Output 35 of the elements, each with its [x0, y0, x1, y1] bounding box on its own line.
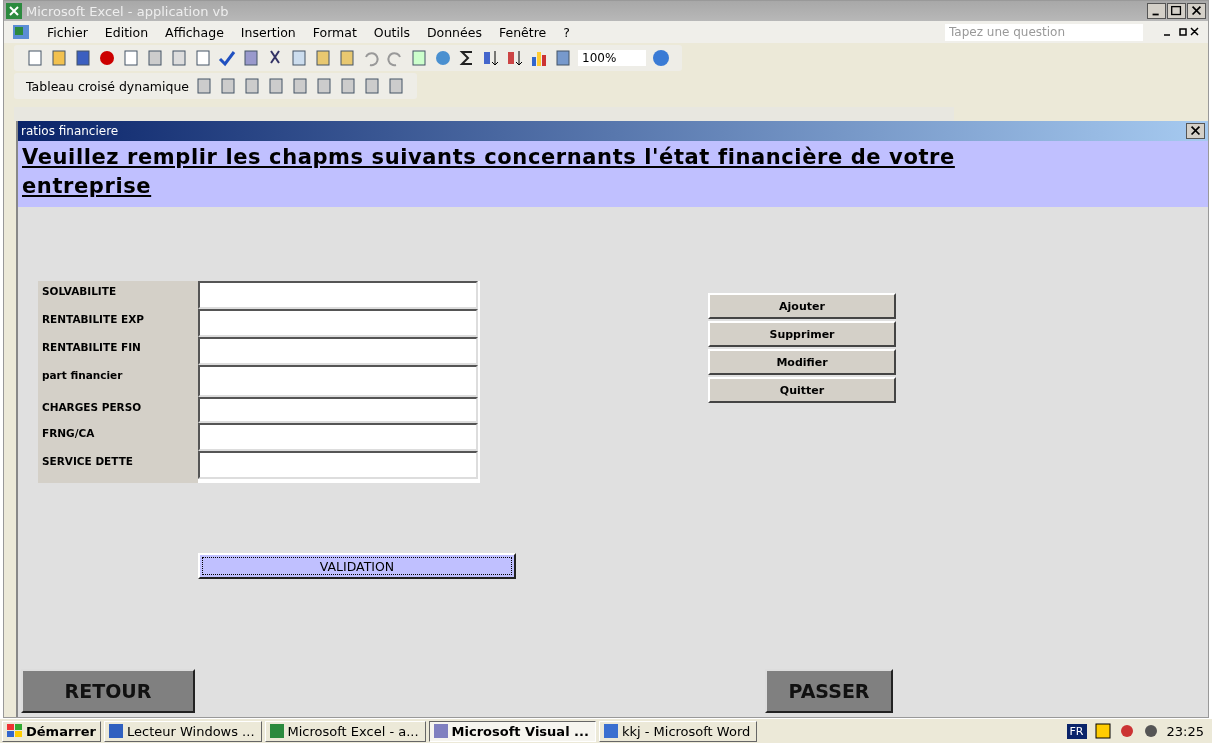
dialog-title: ratios financiere	[21, 124, 120, 138]
action-button[interactable]: Quitter	[708, 377, 896, 403]
language-indicator[interactable]: FR	[1066, 723, 1087, 739]
taskbar-button[interactable]: Microsoft Excel - a...	[264, 720, 426, 742]
field-label: RENTABILITE FIN	[42, 341, 141, 353]
menu-item[interactable]: ?	[563, 24, 570, 40]
window-title: Microsoft Excel - application vb	[26, 3, 229, 19]
field-label: SERVICE DETTE	[42, 455, 133, 467]
action-button[interactable]: Ajouter	[708, 293, 896, 319]
taskbar-button[interactable]: Microsoft Visual ...	[428, 720, 596, 742]
field-label: CHARGES PERSO	[42, 401, 142, 413]
menu-item[interactable]: Edition	[104, 24, 149, 40]
validation-button[interactable]: VALIDATION	[198, 553, 516, 579]
menu-item[interactable]: Fichier	[47, 24, 88, 40]
field-label: SOLVABILITE	[42, 285, 117, 297]
back-button[interactable]: RETOUR	[21, 669, 195, 713]
field-label: FRNG/CA	[42, 427, 95, 439]
field-label: part financier	[42, 369, 123, 381]
menu-item[interactable]: Affichage	[165, 24, 224, 40]
taskbar-button[interactable]: kkj - Microsoft Word	[598, 720, 758, 742]
field-label: RENTABILITE EXP	[42, 313, 144, 325]
menu-item[interactable]: Données	[426, 24, 482, 40]
clock: 23:25	[1166, 723, 1204, 739]
start-button[interactable]: Démarrer	[2, 720, 101, 742]
zoom-field[interactable]: 100%	[578, 50, 647, 66]
form-heading: Veuillez remplir les chapms suivants concernants l'état financière de votre entreprise	[18, 141, 1208, 207]
taskbar-button[interactable]: Lecteur Windows ...	[104, 720, 262, 742]
menu-item[interactable]: Insertion	[240, 24, 296, 40]
action-button[interactable]: Supprimer	[708, 321, 896, 347]
menu-item[interactable]: Fenêtre	[498, 24, 547, 40]
menu-item[interactable]: Outils	[373, 24, 410, 40]
next-button[interactable]: PASSER	[765, 669, 893, 713]
menu-item[interactable]: Format	[312, 24, 357, 40]
action-button[interactable]: Modifier	[708, 349, 896, 375]
question-field[interactable]: Tapez une question	[945, 23, 1143, 41]
